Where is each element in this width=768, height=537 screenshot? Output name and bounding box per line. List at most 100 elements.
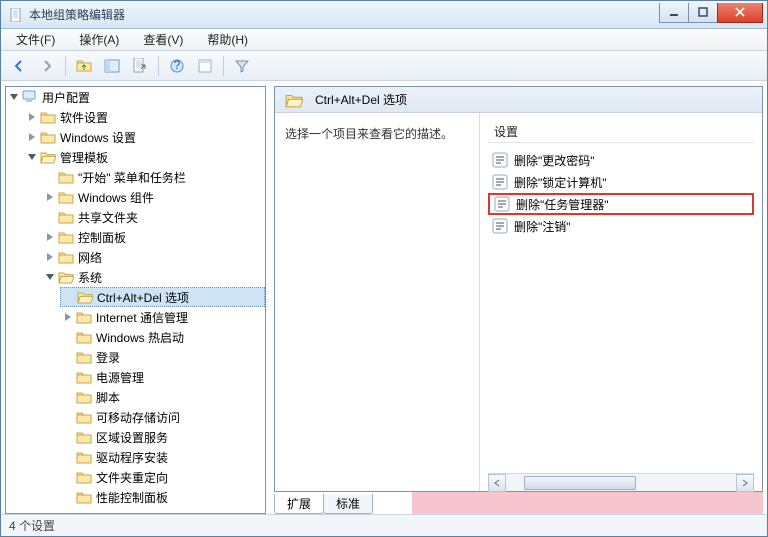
tree-shared-folders[interactable]: 共享文件夹: [42, 207, 265, 227]
show-tree-button[interactable]: [100, 54, 124, 78]
setting-label: 删除"更改密码": [514, 152, 595, 169]
tree-label: 软件设置: [60, 109, 108, 126]
tree-ctrlaltdel[interactable]: Ctrl+Alt+Del 选项: [60, 287, 265, 307]
setting-label: 删除"锁定计算机": [514, 174, 607, 191]
close-button[interactable]: [717, 3, 763, 23]
tree-network[interactable]: 网络: [42, 247, 265, 267]
tree-system[interactable]: 系统: [42, 267, 265, 287]
help-button[interactable]: ?: [165, 54, 189, 78]
tree-perf-cpl[interactable]: 性能控制面板: [60, 487, 265, 507]
tree-software[interactable]: 软件设置: [24, 107, 265, 127]
tree-label: 用户配置: [42, 89, 90, 106]
folder-icon: [76, 310, 92, 324]
menu-help[interactable]: 帮助(H): [196, 29, 259, 50]
svg-text:?: ?: [174, 58, 181, 72]
expand-icon[interactable]: [44, 231, 56, 243]
tree-label: 管理模板: [60, 149, 108, 166]
tree-windows-settings[interactable]: Windows 设置: [24, 127, 265, 147]
tree-label: 网络: [78, 249, 102, 266]
tree-label: 登录: [96, 349, 120, 366]
expand-icon[interactable]: [44, 251, 56, 263]
computer-icon: [22, 90, 38, 104]
tab-standard[interactable]: 标准: [323, 494, 373, 514]
tree-pane[interactable]: 用户配置 软件设置 Windows 设置 管理模板 "开始" 菜单和任务栏 Wi…: [5, 86, 266, 514]
toolbar: ?: [1, 51, 767, 81]
expand-icon[interactable]: [26, 131, 38, 143]
setting-item[interactable]: 删除"锁定计算机": [488, 171, 754, 193]
folder-icon: [76, 370, 92, 384]
tree-label: Internet 通信管理: [96, 309, 188, 326]
titlebar[interactable]: 本地组策略编辑器: [1, 1, 767, 29]
folder-icon: [58, 230, 74, 244]
scroll-right-icon[interactable]: [736, 474, 754, 492]
tabstrip: 扩展 标准: [274, 492, 763, 514]
tree-user-config[interactable]: 用户配置: [6, 87, 265, 107]
menu-view[interactable]: 查看(V): [132, 29, 194, 50]
tree-start-menu[interactable]: "开始" 菜单和任务栏: [42, 167, 265, 187]
toolbar-sep: [65, 56, 66, 76]
tree-folder-redir[interactable]: 文件夹重定向: [60, 467, 265, 487]
menu-action[interactable]: 操作(A): [68, 29, 130, 50]
tree-power[interactable]: 电源管理: [60, 367, 265, 387]
folder-icon: [76, 390, 92, 404]
settings-header[interactable]: 设置: [488, 121, 754, 143]
tree-scripts[interactable]: 脚本: [60, 387, 265, 407]
tree-control-panel[interactable]: 控制面板: [42, 227, 265, 247]
folder-icon: [76, 490, 92, 504]
collapse-icon[interactable]: [8, 91, 20, 103]
properties-button[interactable]: [193, 54, 217, 78]
setting-item[interactable]: 删除"注销": [488, 215, 754, 237]
tree-label: Windows 热启动: [96, 329, 184, 346]
tree-label: 性能控制面板: [96, 489, 168, 506]
tab-extended[interactable]: 扩展: [274, 494, 324, 514]
window-title: 本地组策略编辑器: [29, 6, 660, 23]
tree-admin-templates[interactable]: 管理模板: [24, 147, 265, 167]
tree-internet-comm[interactable]: Internet 通信管理: [60, 307, 265, 327]
tree-driver-install[interactable]: 驱动程序安装: [60, 447, 265, 467]
tree-label: 共享文件夹: [78, 209, 138, 226]
back-button[interactable]: [7, 54, 31, 78]
tree-locale[interactable]: 区域设置服务: [60, 427, 265, 447]
tree-label: Ctrl+Alt+Del 选项: [97, 289, 189, 306]
menu-file[interactable]: 文件(F): [5, 29, 66, 50]
collapse-icon[interactable]: [44, 271, 56, 283]
setting-item[interactable]: 删除"更改密码": [488, 149, 754, 171]
expand-icon[interactable]: [26, 111, 38, 123]
folder-icon: [76, 330, 92, 344]
horizontal-scrollbar[interactable]: [488, 473, 754, 491]
folder-icon: [76, 350, 92, 364]
folder-open-icon: [285, 92, 303, 108]
description-text: 选择一个项目来查看它的描述。: [285, 127, 453, 141]
collapse-icon[interactable]: [26, 151, 38, 163]
scroll-left-icon[interactable]: [488, 474, 506, 492]
forward-button[interactable]: [35, 54, 59, 78]
export-button[interactable]: [128, 54, 152, 78]
menubar: 文件(F) 操作(A) 查看(V) 帮助(H): [1, 29, 767, 51]
setting-item[interactable]: 删除"任务管理器": [488, 193, 754, 215]
toolbar-sep: [158, 56, 159, 76]
expand-icon[interactable]: [44, 191, 56, 203]
description-column: 选择一个项目来查看它的描述。: [275, 113, 480, 491]
tree-label: 脚本: [96, 389, 120, 406]
minimize-button[interactable]: [659, 3, 689, 23]
settings-list: 删除"更改密码" 删除"锁定计算机" 删除"任务管理器"删除"注销": [488, 149, 754, 473]
folder-icon: [58, 190, 74, 204]
tree-logon[interactable]: 登录: [60, 347, 265, 367]
splitter[interactable]: [268, 82, 272, 514]
tree-windows-hotstart[interactable]: Windows 热启动: [60, 327, 265, 347]
filter-button[interactable]: [230, 54, 254, 78]
tree-label: 系统: [78, 269, 102, 286]
expand-icon[interactable]: [62, 311, 74, 323]
details-pane: Ctrl+Alt+Del 选项 选择一个项目来查看它的描述。 设置 删除"更改密…: [274, 86, 763, 492]
policy-icon: [494, 196, 510, 212]
maximize-button[interactable]: [688, 3, 718, 23]
up-button[interactable]: [72, 54, 96, 78]
watermark-overlay: [412, 492, 763, 514]
statusbar: 4 个设置: [1, 514, 767, 536]
tree-label: 电源管理: [96, 369, 144, 386]
tree-removable[interactable]: 可移动存储访问: [60, 407, 265, 427]
scroll-thumb[interactable]: [524, 476, 636, 490]
folder-icon: [76, 470, 92, 484]
tree-windows-components[interactable]: Windows 组件: [42, 187, 265, 207]
folder-icon: [40, 130, 56, 144]
